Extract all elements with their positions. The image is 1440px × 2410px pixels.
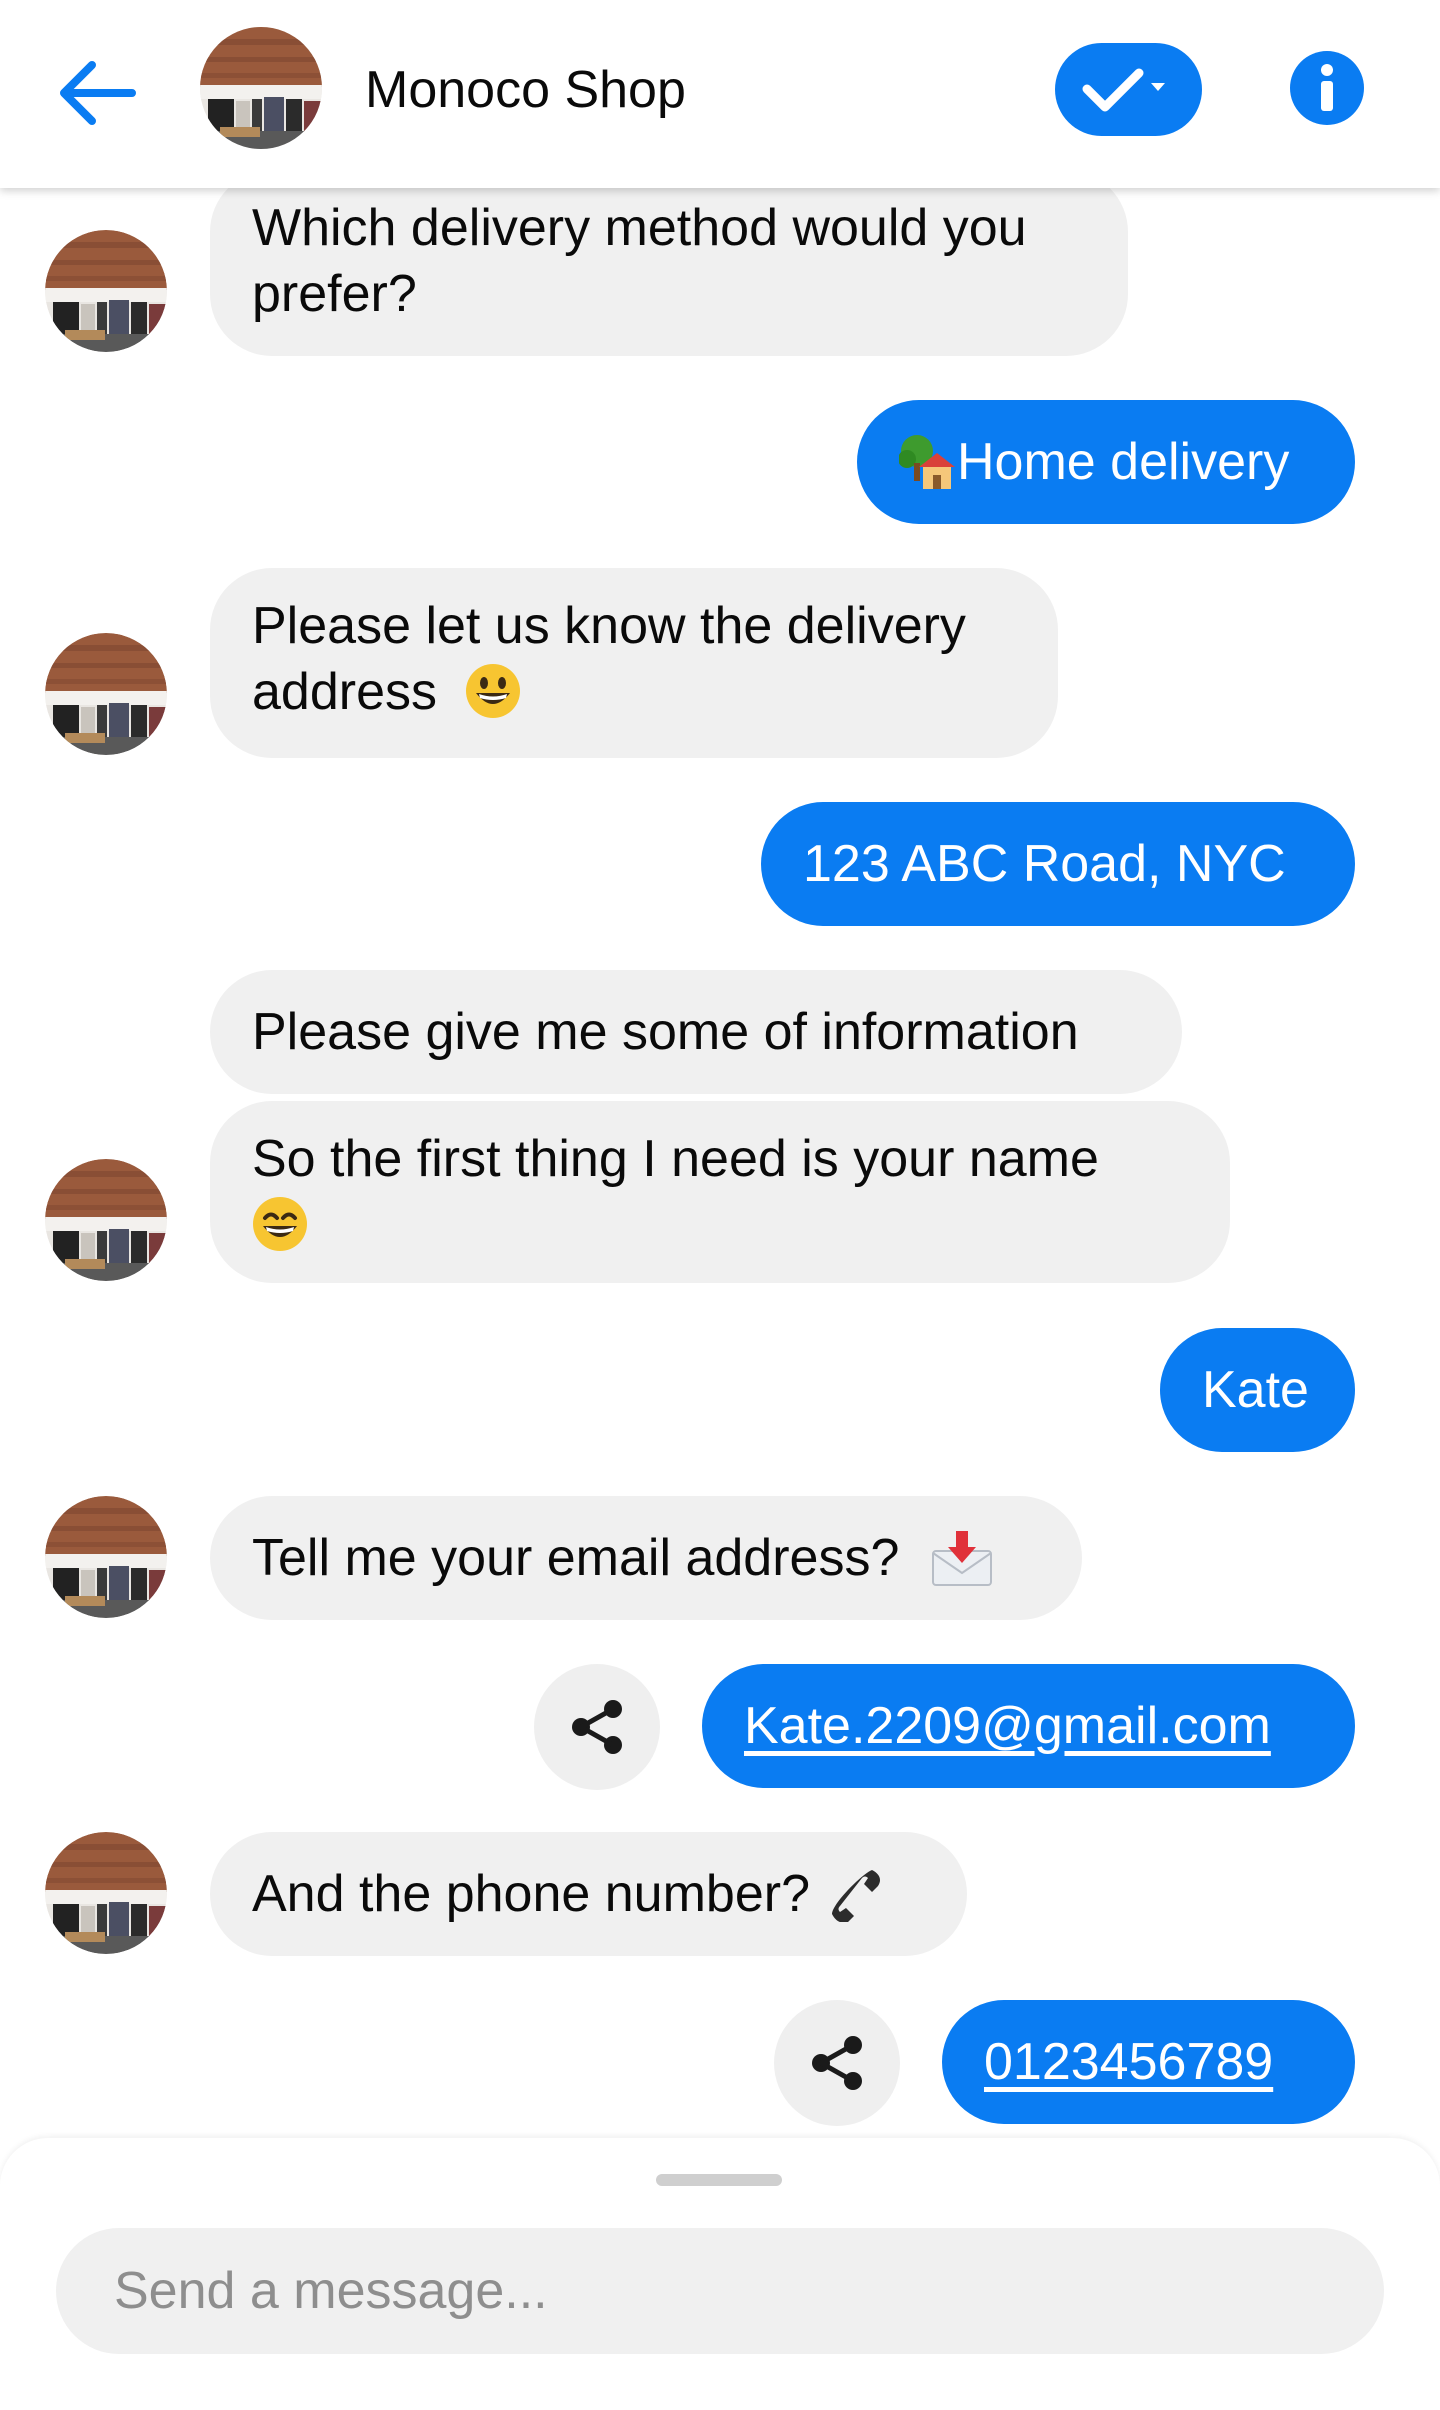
message-line: Please let us know the delivery bbox=[252, 597, 966, 655]
back-button[interactable] bbox=[52, 48, 142, 138]
message-line: address bbox=[252, 663, 437, 721]
message-text: Tell me your email address? bbox=[252, 1529, 900, 1587]
message-text: Home delivery bbox=[957, 433, 1290, 491]
chat-header: Monoco Shop bbox=[0, 0, 1440, 188]
checkmark-dropdown-icon bbox=[1082, 68, 1165, 112]
share-button[interactable] bbox=[774, 2000, 900, 2126]
shop-avatar[interactable] bbox=[200, 27, 322, 149]
bot-message: Which delivery method would you prefer? bbox=[210, 170, 1128, 356]
message-composer bbox=[0, 2138, 1440, 2410]
bot-message: Tell me your email address? bbox=[210, 1496, 1082, 1620]
smiling-face-icon bbox=[253, 1197, 307, 1251]
bot-message: And the phone number? bbox=[210, 1832, 967, 1956]
message-text: And the phone number? bbox=[252, 1865, 810, 1923]
message-input[interactable] bbox=[56, 2228, 1384, 2354]
user-message[interactable]: 0123456789 bbox=[942, 2000, 1355, 2124]
avatar bbox=[45, 1832, 167, 1954]
telephone-receiver-icon bbox=[831, 1870, 880, 1922]
page-title: Monoco Shop bbox=[365, 61, 686, 119]
bot-message: Please give me some of information bbox=[210, 970, 1182, 1094]
message-line: Which delivery method would you bbox=[252, 199, 1027, 257]
message-line: So the first thing I need is your name bbox=[252, 1130, 1099, 1188]
info-icon bbox=[1290, 51, 1364, 125]
avatar bbox=[45, 633, 167, 755]
share-button[interactable] bbox=[534, 1664, 660, 1790]
grinning-face-icon bbox=[466, 664, 521, 718]
user-message[interactable]: Kate bbox=[1160, 1328, 1355, 1452]
user-message[interactable]: 123 ABC Road, NYC bbox=[761, 802, 1355, 926]
user-message[interactable]: Home delivery bbox=[857, 400, 1355, 524]
email-link[interactable]: Kate.2209@gmail.com bbox=[744, 1693, 1271, 1759]
message-text: 123 ABC Road, NYC bbox=[803, 835, 1286, 893]
message-text: Please give me some of information bbox=[252, 1003, 1079, 1061]
arrow-left-icon bbox=[60, 61, 136, 125]
incoming-envelope-icon bbox=[932, 1531, 993, 1586]
avatar bbox=[45, 230, 167, 352]
share-icon bbox=[812, 2036, 862, 2090]
house-with-garden-icon bbox=[899, 435, 955, 489]
avatar bbox=[45, 1496, 167, 1618]
info-button[interactable] bbox=[1289, 50, 1365, 126]
bot-message: Please let us know the delivery address bbox=[210, 568, 1058, 758]
message-line: prefer? bbox=[252, 265, 417, 323]
status-dropdown-button[interactable] bbox=[1055, 43, 1202, 136]
share-icon bbox=[572, 1700, 622, 1754]
user-message[interactable]: Kate.2209@gmail.com bbox=[702, 1664, 1355, 1788]
message-text: Kate bbox=[1202, 1361, 1309, 1419]
bot-message: So the first thing I need is your name bbox=[210, 1101, 1230, 1283]
drag-handle[interactable] bbox=[656, 2174, 782, 2186]
phone-link[interactable]: 0123456789 bbox=[984, 2029, 1273, 2095]
avatar bbox=[45, 1159, 167, 1281]
